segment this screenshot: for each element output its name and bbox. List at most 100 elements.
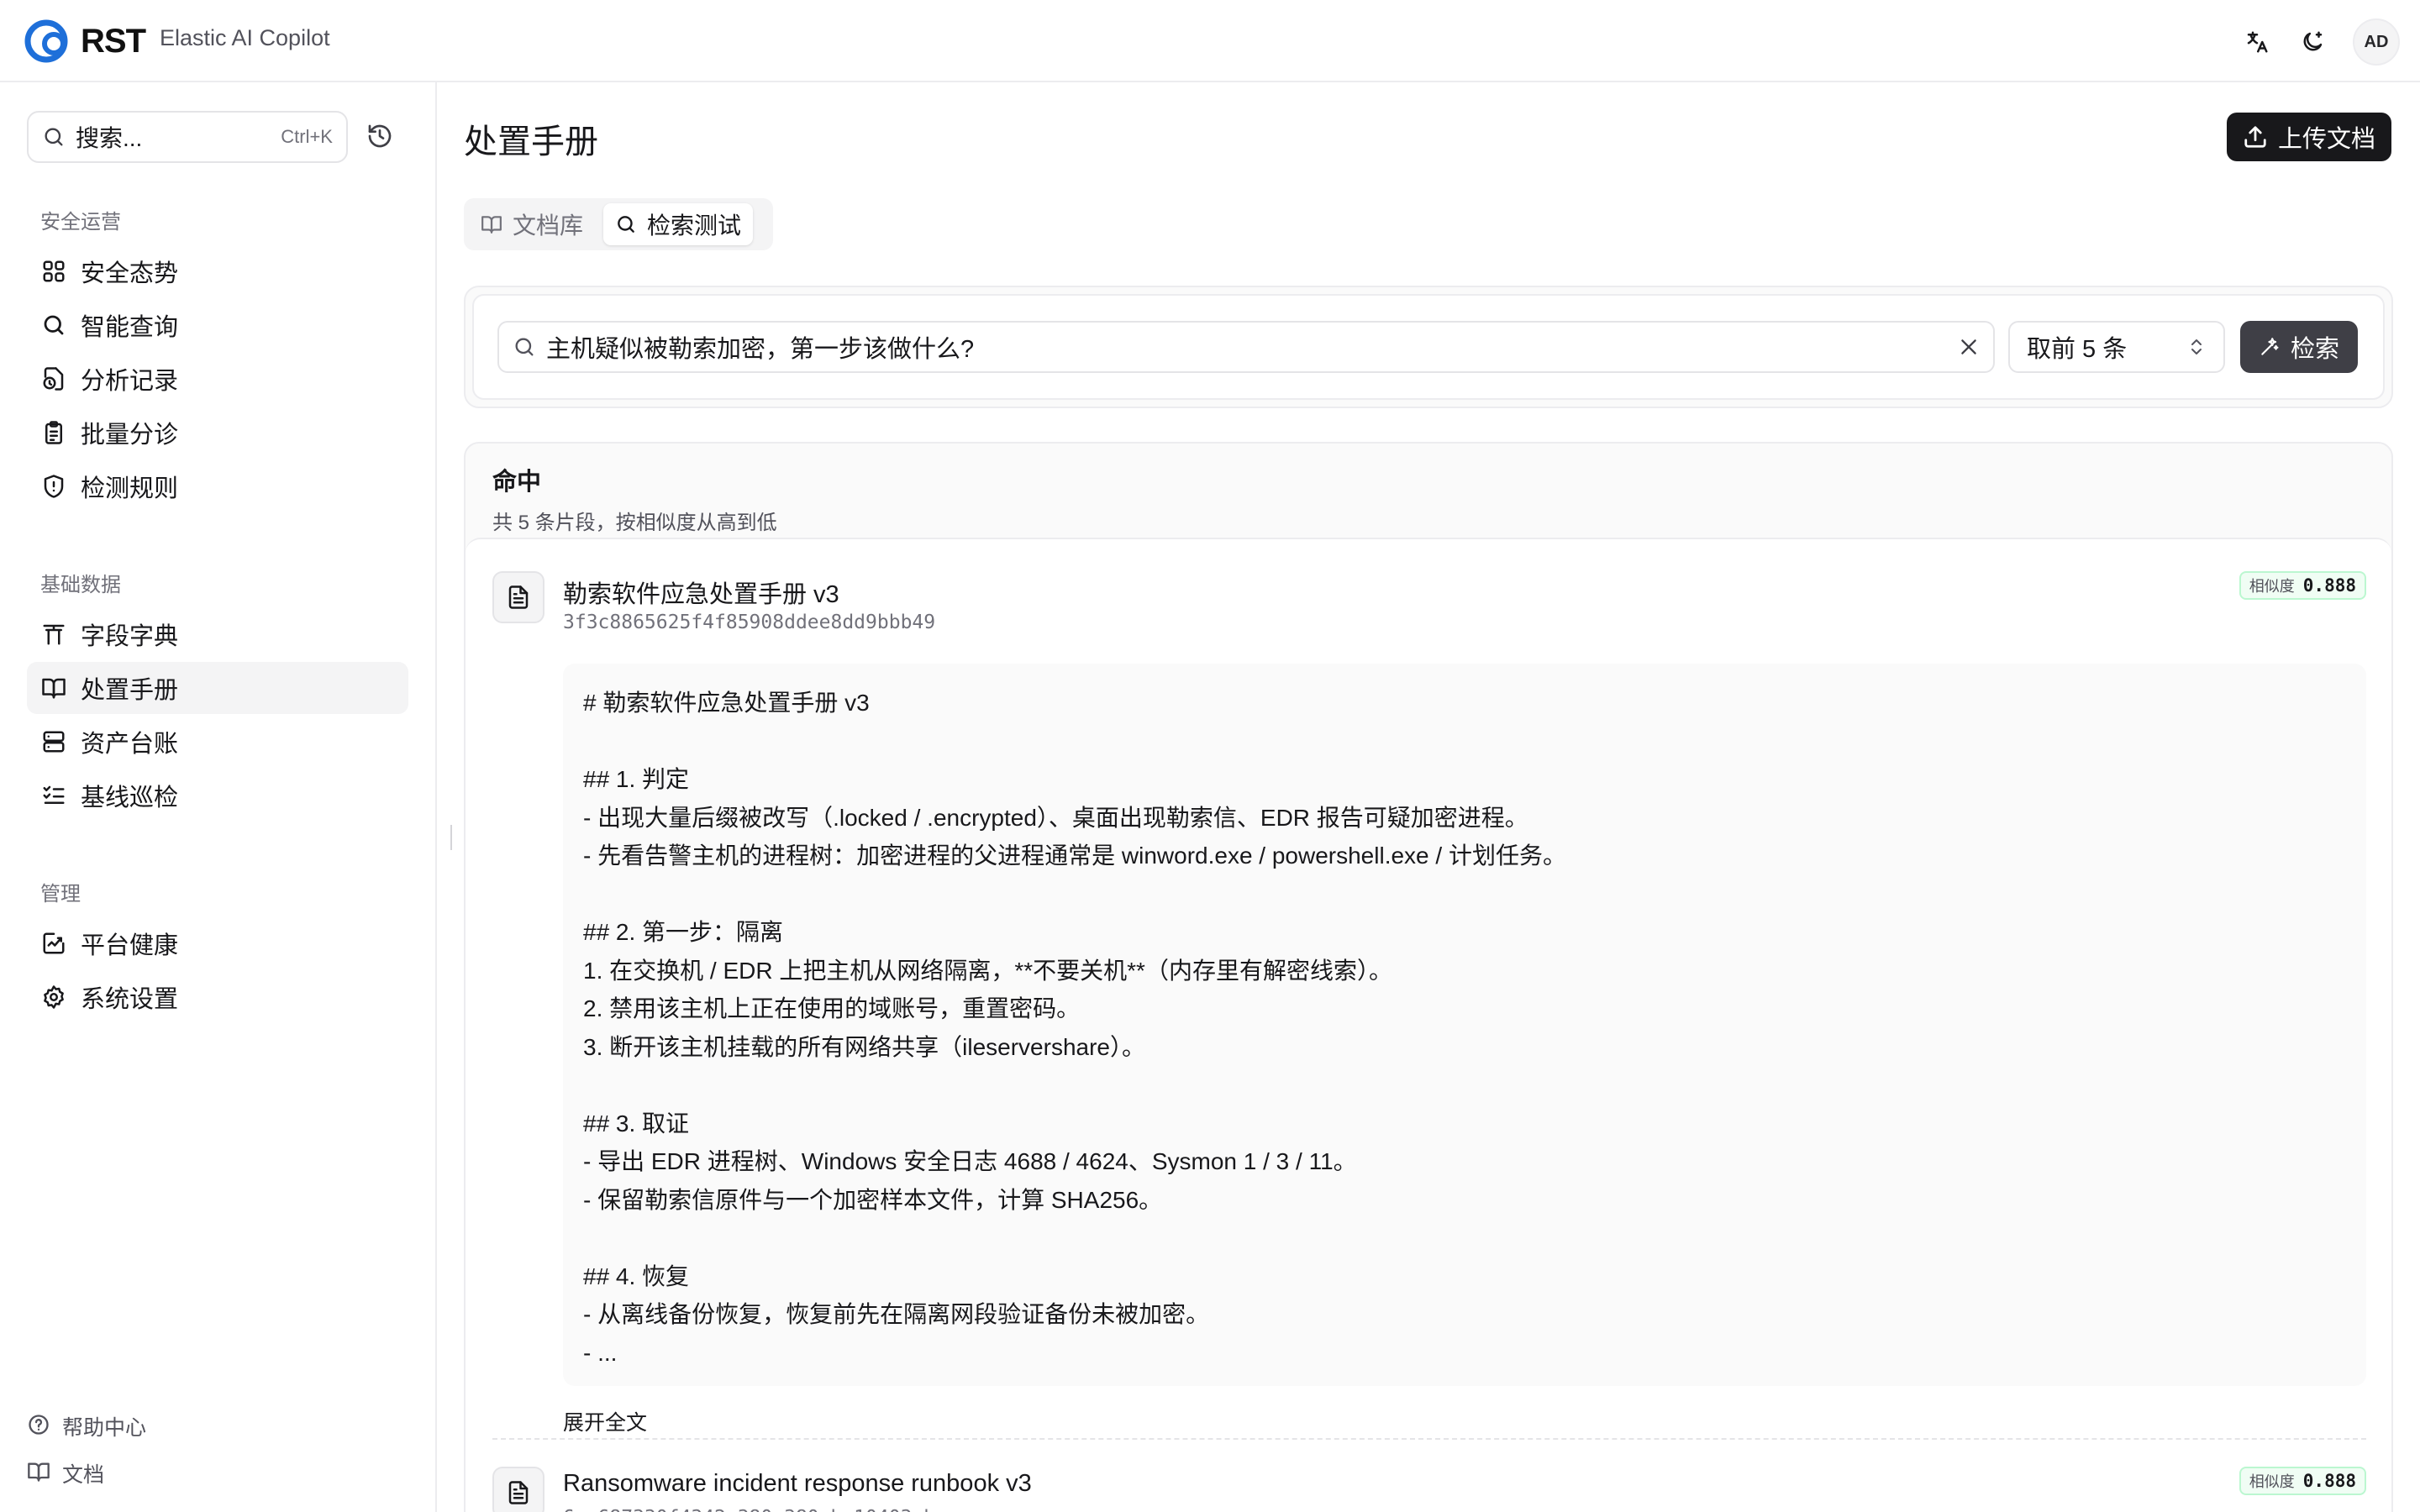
- user-avatar[interactable]: AD: [2353, 18, 2400, 66]
- sidebar-item-label: 检测规则: [81, 475, 179, 502]
- app-root: RST Elastic AI Copilot AD 搜索... Ctrl+K 安…: [0, 0, 2420, 1512]
- result-divider: [492, 1438, 2366, 1440]
- sidebar-item-field-dictionary[interactable]: 字段字典: [27, 608, 408, 660]
- file-clock-icon: [39, 364, 69, 394]
- server-icon: [39, 727, 69, 757]
- snippet-line: ## 1. 判定: [583, 766, 690, 792]
- close-icon[interactable]: [1958, 336, 1980, 358]
- sidebar-resize-handle[interactable]: [450, 825, 454, 850]
- snippet-line: ## 4. 恢复: [583, 1263, 690, 1289]
- topk-select[interactable]: 取前 5 条: [2008, 321, 2225, 373]
- sidebar-item-smart-query[interactable]: 智能查询: [27, 299, 408, 351]
- similarity-value: 0.888: [2302, 1471, 2356, 1491]
- search-button[interactable]: 检索: [2240, 321, 2358, 373]
- snippet-line: - 出现大量后缀被改写（.locked / .encrypted）、桌面出现勒索…: [583, 804, 1528, 831]
- sidebar-item-asset-ledger[interactable]: 资产台账: [27, 716, 408, 768]
- sidebar-item-analysis-records[interactable]: 分析记录: [27, 353, 408, 405]
- similarity-badge: 相似度 0.888: [2238, 1467, 2366, 1495]
- sidebar-footer-label: 文档: [62, 1463, 105, 1487]
- query-input[interactable]: 主机疑似被勒索加密，第一步该做什么?: [497, 321, 1995, 373]
- snippet-line: - 从离线备份恢复，恢复前先在隔离网段验证备份未被加密。: [583, 1301, 1210, 1327]
- search-icon: [45, 128, 63, 146]
- snippet-line: - 保留勒索信原件与一个加密样本文件，计算 SHA256。: [583, 1186, 1163, 1213]
- snippet-line: 3. 断开该主机挂载的所有网络共享（ileservershare）。: [583, 1033, 1145, 1060]
- activity-icon: [39, 928, 69, 958]
- torii-icon: [39, 619, 69, 649]
- sidebar-item-platform-health[interactable]: 平台健康: [27, 917, 408, 969]
- sidebar-item-security-posture[interactable]: 安全态势: [27, 245, 408, 297]
- result-title[interactable]: 勒索软件应急处置手册 v3: [563, 575, 839, 610]
- results-header: 命中 共 5 条片段，按相似度从高到低: [492, 462, 777, 535]
- clipboard-list-icon: [39, 417, 69, 448]
- similarity-value: 0.888: [2302, 575, 2356, 596]
- dark-mode-icon[interactable]: [2297, 27, 2328, 57]
- snippet-line: - 先看告警主机的进程树：加密进程的父进程通常是 winword.exe / p…: [583, 843, 1566, 869]
- expand-full-text-link[interactable]: 展开全文: [563, 1406, 647, 1436]
- file-text-icon: [492, 571, 544, 623]
- app-name: Elastic AI Copilot: [160, 25, 330, 50]
- shield-alert-icon: [39, 471, 69, 501]
- tab-label: 检索测试: [647, 213, 742, 239]
- sidebar-help-center[interactable]: 帮助中心: [27, 1408, 146, 1445]
- help-circle-icon: [27, 1413, 50, 1441]
- sidebar-item-label: 处置手册: [81, 677, 179, 704]
- sidebar-item-label: 分析记录: [81, 368, 179, 395]
- sidebar-item-label: 基线巡检: [81, 785, 179, 811]
- top-bar: RST Elastic AI Copilot AD: [0, 0, 2420, 82]
- tab-list: 文档库 检索测试: [464, 198, 773, 250]
- snippet-line: ## 3. 取证: [583, 1110, 690, 1137]
- results-list: 勒索软件应急处置手册 v3 3f3c8865625f4f85908ddee8dd…: [466, 538, 2391, 1512]
- chevrons-up-down-icon: [2191, 339, 2202, 354]
- translate-icon[interactable]: [2242, 27, 2272, 57]
- upload-button-label: 上传文档: [2277, 126, 2375, 153]
- sidebar-item-label: 资产台账: [81, 731, 179, 758]
- topk-value: 取前 5 条: [2027, 336, 2128, 363]
- sidebar-item-batch-triage[interactable]: 批量分诊: [27, 407, 408, 459]
- sidebar-item-system-settings[interactable]: 系统设置: [27, 971, 408, 1023]
- results-card: 命中 共 5 条片段，按相似度从高到低 勒索软件应急处置手册 v3 3f3c88…: [464, 442, 2393, 1512]
- page-title: 处置手册: [464, 123, 598, 160]
- app-logo[interactable]: RST: [24, 18, 146, 64]
- logo-mark-icon: [24, 19, 68, 63]
- search-placeholder: 搜索...: [76, 125, 143, 151]
- upload-document-button[interactable]: 上传文档: [2227, 113, 2391, 161]
- sidebar-item-label: 字段字典: [81, 623, 179, 650]
- sidebar-item-baseline-inspection[interactable]: 基线巡检: [27, 769, 408, 822]
- search-icon: [618, 216, 634, 233]
- logo-text: RST: [81, 22, 146, 60]
- upload-icon: [2244, 126, 2266, 148]
- section-label-security-ops: 安全运营: [40, 211, 121, 234]
- grid-icon: [39, 256, 69, 286]
- sidebar-search-input[interactable]: 搜索... Ctrl+K: [27, 111, 348, 163]
- gear-icon: [39, 982, 69, 1012]
- search-button-label: 检索: [2290, 336, 2339, 363]
- snippet-line: [583, 722, 2346, 761]
- search-icon: [515, 338, 534, 356]
- sidebar-item-label: 智能查询: [81, 314, 179, 341]
- snippet-line: [583, 875, 2346, 914]
- result-title[interactable]: Ransomware incident response runbook v3: [563, 1470, 1032, 1498]
- tab-label: 文档库: [513, 213, 584, 239]
- sidebar-item-detection-rules[interactable]: 检测规则: [27, 460, 408, 512]
- tab-document-library[interactable]: 文档库: [469, 203, 595, 245]
- snippet-line: # 勒索软件应急处置手册 v3: [583, 690, 870, 716]
- snippet-line: [583, 1219, 2346, 1257]
- query-input-value: 主机疑似被勒索加密，第一步该做什么?: [546, 336, 975, 363]
- sidebar-docs[interactable]: 文档: [27, 1455, 104, 1492]
- sparkle-wand-icon: [2261, 338, 2279, 355]
- history-icon[interactable]: [366, 123, 397, 153]
- sidebar-item-label: 平台健康: [81, 932, 179, 959]
- result-id: 6cc687330f4342c380a380eba10403ab: [563, 1507, 935, 1512]
- result-snippet: # 勒索软件应急处置手册 v3 ## 1. 判定 - 出现大量后缀被改写（.lo…: [563, 664, 2366, 1386]
- file-text-icon: [492, 1467, 544, 1512]
- tab-retrieval-test[interactable]: 检索测试: [603, 203, 754, 245]
- book-open-icon: [481, 216, 502, 234]
- snippet-line: [583, 1066, 2346, 1105]
- list-checks-icon: [39, 780, 69, 811]
- results-subtitle: 共 5 条片段，按相似度从高到低: [492, 512, 777, 534]
- sidebar-item-playbooks[interactable]: 处置手册: [27, 662, 408, 714]
- snippet-line: 2. 禁用该主机上正在使用的域账号，重置密码。: [583, 995, 1081, 1021]
- similarity-label: 相似度: [2249, 1473, 2295, 1490]
- sidebar-item-label: 批量分诊: [81, 422, 179, 449]
- top-actions: AD: [2242, 18, 2400, 66]
